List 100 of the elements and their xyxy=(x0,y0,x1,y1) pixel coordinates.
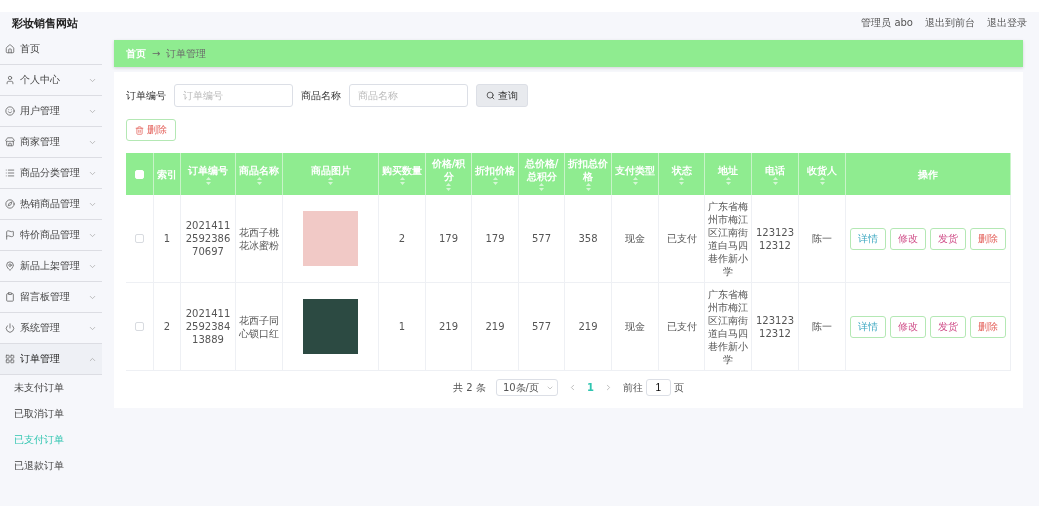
compass-icon xyxy=(5,199,15,209)
checkbox[interactable] xyxy=(135,234,144,243)
search-button[interactable]: 查询 xyxy=(476,84,528,107)
header-link[interactable]: 管理员 abo xyxy=(861,16,913,30)
goto-label: 前往 xyxy=(622,380,643,395)
table-cell: 2 xyxy=(379,195,426,283)
table-cell: 已支付 xyxy=(659,195,705,283)
field-label: 商品名称 xyxy=(301,88,341,103)
sidebar-item[interactable]: 新品上架管理 xyxy=(0,251,102,282)
header-link[interactable]: 退出到前台 xyxy=(925,16,975,30)
header-cell: 状态 xyxy=(659,153,705,195)
table-cell: 179 xyxy=(472,195,519,283)
sidebar-item[interactable]: 个人中心 xyxy=(0,65,102,96)
home-icon xyxy=(5,44,15,54)
header-cell: 电话 xyxy=(752,153,799,195)
header-cell: 价格/积分 xyxy=(426,153,472,195)
sort-icon[interactable] xyxy=(492,176,498,185)
breadcrumb-separator: → xyxy=(152,48,161,59)
sidebar-subitem[interactable]: 已退款订单 xyxy=(0,453,102,479)
table-cell: 花西子同心锁口红 xyxy=(236,283,283,371)
map-pin-icon xyxy=(5,261,15,271)
table-cell: 花西子桃花冰蜜粉 xyxy=(236,195,283,283)
header-cell: 订单编号 xyxy=(181,153,236,195)
delete-button[interactable]: 删除 xyxy=(126,119,176,141)
sort-icon[interactable] xyxy=(632,176,638,185)
table-cell: 广东省梅州市梅江区江南街道白马四巷作新小学 xyxy=(705,195,752,283)
sidebar-item[interactable]: 订单管理 xyxy=(0,344,102,375)
table-cell: 12312312312 xyxy=(752,195,799,283)
store-icon xyxy=(5,137,15,147)
list-icon xyxy=(5,168,15,178)
header-cell: 商品名称 xyxy=(236,153,283,195)
header-cell: 折扣价格 xyxy=(472,153,519,195)
sidebar-subitem[interactable]: 已取消订单 xyxy=(0,401,102,427)
action-button[interactable]: 修改 xyxy=(890,315,926,338)
grid-icon xyxy=(5,354,15,364)
sort-icon[interactable] xyxy=(679,176,684,185)
sidebar-item[interactable]: 商家管理 xyxy=(0,127,102,158)
sidebar-item[interactable]: 用户管理 xyxy=(0,96,102,127)
header-cell: 支付类型 xyxy=(612,153,659,195)
sidebar-subitem[interactable]: 未支付订单 xyxy=(0,375,102,401)
header-cell: 收货人 xyxy=(799,153,846,195)
flag-icon xyxy=(5,230,15,240)
sort-icon[interactable] xyxy=(725,176,731,185)
search-icon xyxy=(486,91,495,100)
action-button[interactable]: 发货 xyxy=(930,227,966,250)
table-cell: 219 xyxy=(426,283,472,371)
sidebar-item[interactable]: 热销商品管理 xyxy=(0,189,102,220)
header-link[interactable]: 退出登录 xyxy=(987,16,1027,30)
sort-icon[interactable] xyxy=(585,183,591,191)
sort-icon[interactable] xyxy=(399,176,405,185)
trash-icon xyxy=(135,125,144,135)
action-button[interactable]: 修改 xyxy=(890,227,926,250)
total-count: 共 2 条 xyxy=(453,380,486,395)
table-cell: 2021411259238413889 xyxy=(181,283,236,371)
table-cell: 现金 xyxy=(612,195,659,283)
table-cell: 1 xyxy=(154,195,181,283)
sort-icon[interactable] xyxy=(205,176,211,185)
table-cell: 陈一 xyxy=(799,195,846,283)
page-suffix: 页 xyxy=(673,380,684,395)
header-cell: 索引 xyxy=(154,153,181,195)
breadcrumb-item[interactable]: 订单管理 xyxy=(166,46,207,61)
header-cell: 折扣总价格 xyxy=(565,153,612,195)
table-cell: 12312312312 xyxy=(752,283,799,371)
photo-placeholder xyxy=(303,211,358,266)
sort-icon[interactable] xyxy=(819,176,825,185)
table-cell: 2021411259238670697 xyxy=(181,195,236,283)
table-cell: 179 xyxy=(426,195,472,283)
sort-icon[interactable] xyxy=(328,176,333,185)
power-icon xyxy=(5,323,15,333)
table-cell: 577 xyxy=(519,283,565,371)
table-cell: 广东省梅州市梅江区江南街道白马四巷作新小学 xyxy=(705,283,752,371)
page-size-select[interactable]: 10条/页 xyxy=(495,379,558,396)
action-button[interactable]: 删除 xyxy=(970,315,1006,338)
sidebar-item[interactable]: 商品分类管理 xyxy=(0,158,102,189)
clipboard-icon xyxy=(5,292,15,302)
table-cell: 已支付 xyxy=(659,283,705,371)
table-cell: 577 xyxy=(519,195,565,283)
table-cell: 219 xyxy=(565,283,612,371)
table-cell: 219 xyxy=(472,283,519,371)
sort-icon[interactable] xyxy=(772,176,778,185)
header-cell: 操作 xyxy=(846,153,1011,195)
person-icon xyxy=(5,75,15,85)
page-input[interactable]: 1 xyxy=(645,379,671,396)
sort-icon[interactable] xyxy=(539,183,544,191)
field-label: 订单编号 xyxy=(126,88,166,103)
sidebar-item[interactable]: 特价商品管理 xyxy=(0,220,102,251)
table-cell: 陈一 xyxy=(799,283,846,371)
header-cell: 地址 xyxy=(705,153,752,195)
checkbox[interactable] xyxy=(135,322,144,331)
action-button[interactable]: 删除 xyxy=(970,227,1006,250)
header-cell: 商品图片 xyxy=(283,153,379,195)
photo-placeholder xyxy=(303,299,358,354)
table-cell: 1 xyxy=(379,283,426,371)
sort-icon[interactable] xyxy=(446,183,451,191)
sort-icon[interactable] xyxy=(256,176,262,185)
table-cell: 358 xyxy=(565,195,612,283)
action-button[interactable]: 发货 xyxy=(930,315,966,338)
site-title: 彩妆销售网站 xyxy=(12,15,78,31)
sidebar-item[interactable]: 留言板管理 xyxy=(0,282,102,313)
sidebar-item[interactable]: 首页 xyxy=(0,34,102,65)
